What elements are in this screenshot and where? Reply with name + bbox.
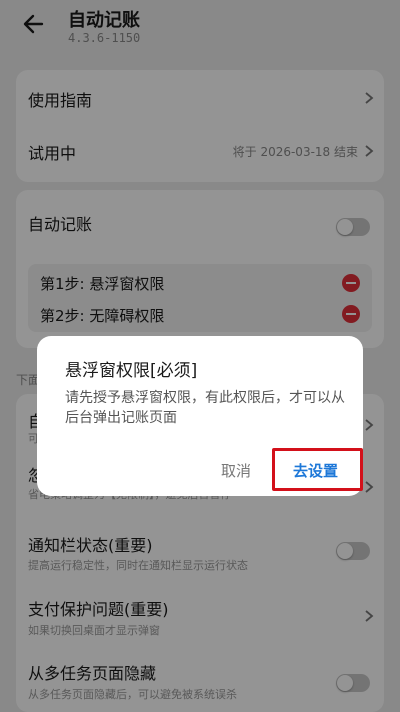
go-settings-button[interactable]: 去设置 [272,448,363,491]
go-settings-label: 去设置 [293,462,339,480]
dialog-message: 请先授予悬浮窗权限，有此权限后，才可以从后台弹出记账页面 [65,390,345,426]
dialog-title: 悬浮窗权限[必须] [65,361,198,381]
cancel-button[interactable]: 取消 [221,460,251,481]
permission-dialog: 悬浮窗权限[必须] 请先授予悬浮窗权限，有此权限后，才可以从后台弹出记账页面 取… [37,336,363,496]
